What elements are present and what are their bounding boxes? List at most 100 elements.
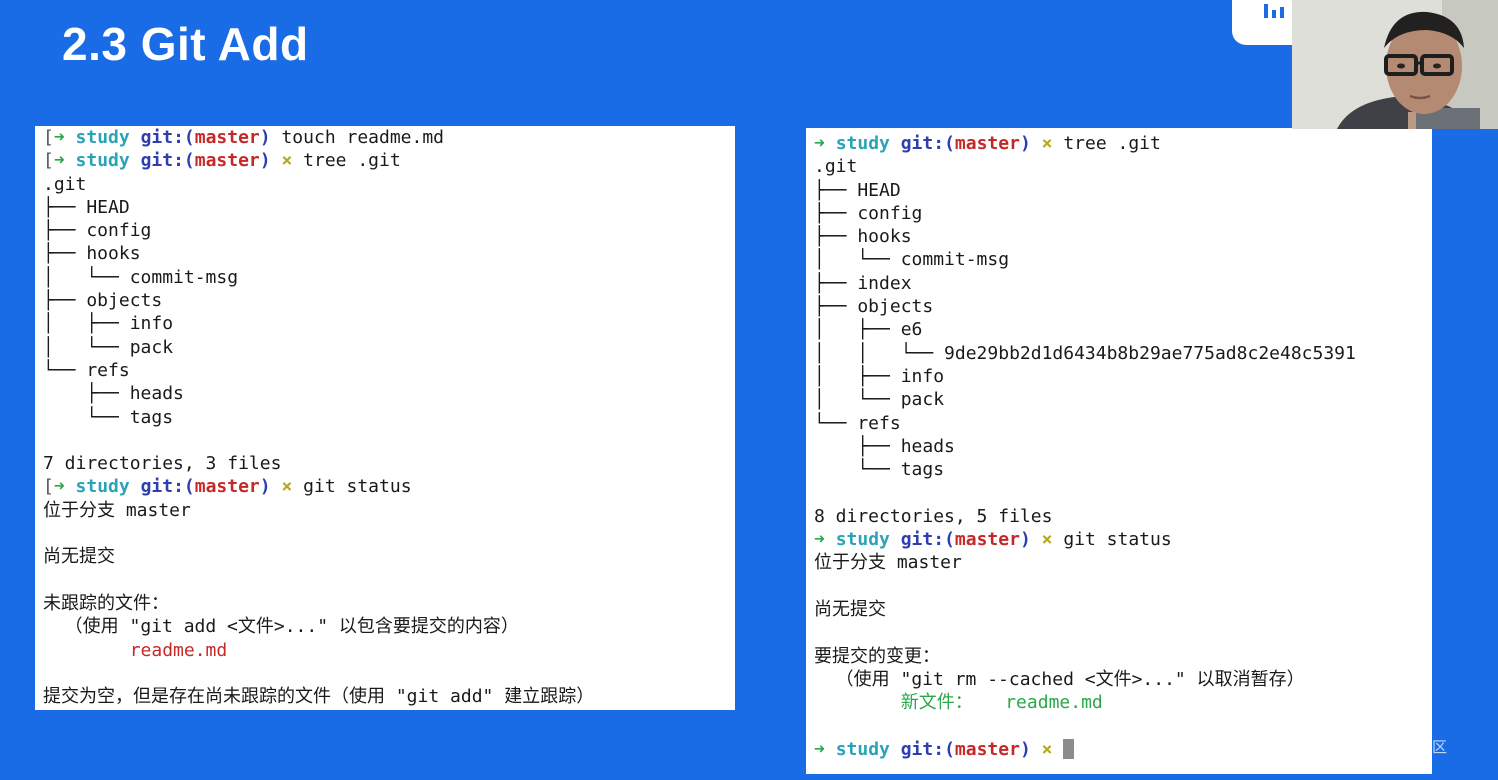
prompt-git-prefix: git:( <box>140 150 195 172</box>
tree-line: │ └── commit-msg <box>43 266 239 288</box>
staged-file-line: 新文件： readme.md <box>814 691 1432 714</box>
prompt-git-prefix: git:( <box>900 738 955 760</box>
prompt-dir: study <box>835 133 890 154</box>
tree-summary: 7 directories, 3 files <box>43 453 282 475</box>
tree-line: ├── hooks <box>814 226 912 248</box>
tree-line: │ └── commit-msg <box>814 249 1010 271</box>
status-staged-hint: （使用 "git rm --cached <文件>..." 以取消暂存） <box>814 668 1305 690</box>
terminal-cursor <box>1063 738 1075 759</box>
tree-line: .git <box>43 173 87 195</box>
command-text: tree .git <box>1063 133 1161 154</box>
prompt-branch: master <box>194 150 260 172</box>
tree-line: ├── config <box>814 202 923 224</box>
untracked-file-line: readme.md <box>43 639 735 662</box>
command-text: git status <box>1063 529 1172 551</box>
prompt-git-prefix: git:( <box>140 476 195 498</box>
tree-line: │ ├── info <box>814 365 945 387</box>
prompt-branch: master <box>954 529 1020 551</box>
status-no-commits: 尚无提交 <box>43 546 115 568</box>
dirty-mark-icon: × <box>281 150 293 172</box>
tree-summary: 8 directories, 5 files <box>814 505 1053 527</box>
prompt-git-prefix: git:( <box>140 127 195 148</box>
staged-label: 新文件： <box>900 692 973 714</box>
prompt-git-suffix: ) <box>1019 738 1031 760</box>
prompt-line-tree: ➜ study git:(master) × tree .git <box>814 132 1432 155</box>
prompt-dir: study <box>835 529 890 551</box>
dirty-mark-icon: × <box>1041 529 1053 551</box>
status-footer: 提交为空，但是存在尚未跟踪的文件（使用 "git add" 建立跟踪） <box>43 686 595 708</box>
terminal-before-git-add[interactable]: [➜ study git:(master) touch readme.md [➜… <box>35 126 735 710</box>
prompt-git-suffix: ) <box>259 127 271 148</box>
prompt-arrow-icon: ➜ <box>814 133 825 154</box>
dirty-mark-icon: × <box>1041 738 1053 760</box>
prompt-git-suffix: ) <box>259 476 271 498</box>
watermark: @稀土掘金技术社区 <box>1312 738 1448 756</box>
dirty-mark-icon: × <box>1041 133 1053 154</box>
prompt-arrow-icon: ➜ <box>53 476 65 498</box>
prompt-git-suffix: ) <box>1019 529 1031 551</box>
prompt-dir: study <box>835 738 890 760</box>
tree-line: │ ├── info <box>43 313 174 335</box>
command-text: tree .git <box>303 150 401 172</box>
prompt-arrow-icon: ➜ <box>53 127 65 148</box>
prompt-arrow-icon: ➜ <box>814 738 825 760</box>
tree-line: └── tags <box>43 406 174 428</box>
prompt-line-touch: [➜ study git:(master) touch readme.md <box>43 126 735 149</box>
prompt-dir: study <box>75 150 130 172</box>
prompt-branch: master <box>954 133 1020 154</box>
staged-file: readme.md <box>1005 692 1103 714</box>
bar-chart-logo-icon <box>1264 4 1284 18</box>
status-untracked-hint: （使用 "git add <文件>..." 以包含要提交的内容） <box>43 616 519 638</box>
prompt-branch: master <box>194 127 260 148</box>
command-text: git status <box>303 476 412 498</box>
command-text: touch readme.md <box>281 127 445 148</box>
tree-line: ├── config <box>43 220 152 242</box>
tree-line: │ └── pack <box>814 389 945 411</box>
dirty-mark-icon: × <box>281 476 293 498</box>
presenter-avatar-icon <box>1292 0 1498 129</box>
tree-line: │ └── pack <box>43 336 174 358</box>
prompt-bracket: [ <box>43 150 54 172</box>
presenter-webcam <box>1292 0 1498 129</box>
status-staged-header: 要提交的变更： <box>814 645 940 667</box>
prompt-line-status: [➜ study git:(master) × git status <box>43 475 735 498</box>
prompt-git-suffix: ) <box>1019 133 1031 154</box>
tree-line: ├── hooks <box>43 243 141 265</box>
slide-title: 2.3 Git Add <box>62 18 309 70</box>
tree-line: .git <box>814 156 858 178</box>
tree-line: │ ├── e6 <box>814 319 923 341</box>
prompt-arrow-icon: ➜ <box>53 150 65 172</box>
prompt-git-prefix: git:( <box>900 133 955 154</box>
prompt-git-prefix: git:( <box>900 529 955 551</box>
tree-line: ├── heads <box>814 435 955 457</box>
tree-line: ├── HEAD <box>814 179 901 201</box>
prompt-bracket: [ <box>43 127 54 148</box>
prompt-line-tree: [➜ study git:(master) × tree .git <box>43 149 735 172</box>
tree-line: ├── objects <box>814 296 934 318</box>
prompt-arrow-icon: ➜ <box>814 529 825 551</box>
prompt-git-suffix: ) <box>259 150 271 172</box>
tree-line: └── refs <box>43 359 130 381</box>
tree-line: │ │ └── 9de29bb2d1d6434b8b29ae775ad8c2e4… <box>814 342 1356 364</box>
status-branch: 位于分支 master <box>814 552 962 574</box>
terminal-after-git-add[interactable]: ➜ study git:(master) × tree .git .git ├─… <box>806 128 1432 774</box>
prompt-line-status: ➜ study git:(master) × git status <box>814 528 1432 551</box>
prompt-dir: study <box>75 127 130 148</box>
tree-line: ├── heads <box>43 383 184 405</box>
prompt-branch: master <box>194 476 260 498</box>
tree-line: ├── index <box>814 272 912 294</box>
status-untracked-header: 未跟踪的文件： <box>43 592 169 614</box>
status-no-commits: 尚无提交 <box>814 598 886 620</box>
prompt-branch: master <box>954 738 1020 760</box>
